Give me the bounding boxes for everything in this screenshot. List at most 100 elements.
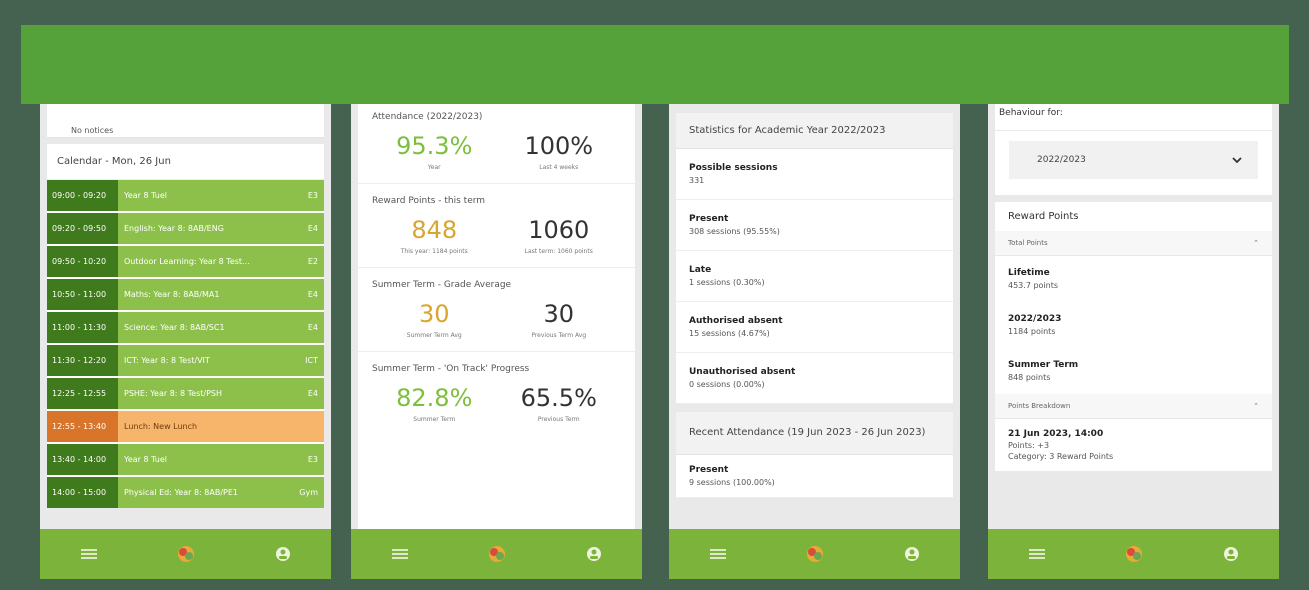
reward-item-label: Summer Term [1008,360,1079,370]
menu-icon[interactable] [707,543,729,565]
calendar-title: Calendar - Mon, 26 Jun [47,144,324,180]
reward-term-value: 848 [411,216,458,244]
track-current-value: 82.8% [396,384,473,412]
profile-icon[interactable] [1220,543,1242,565]
calendar-row-subject-cell: Maths: Year 8: 8AB/MA1 E4 [118,279,324,310]
phone-screen-calendar: No notices Calendar - Mon, 26 Jun 09:00 … [40,100,331,579]
stats-item-value: 15 sessions (4.67%) [689,329,770,338]
calendar-row-room: ICT [305,356,318,365]
profile-icon[interactable] [901,543,923,565]
calendar-row[interactable]: 09:20 - 09:50 English: Year 8: 8AB/ENG E4 [47,213,324,244]
behaviour-label: Behaviour for: [995,100,1272,130]
calendar-row-time: 09:00 - 09:20 [47,180,118,211]
home-logo-icon[interactable] [1123,543,1145,565]
calendar-row-time: 14:00 - 15:00 [47,477,118,508]
calendar-row[interactable]: 09:50 - 10:20 Outdoor Learning: Year 8 Te… [47,246,324,277]
calendar-row-subject-cell: ICT: Year 8: 8 Test/VIT ICT [118,345,324,376]
calendar-row[interactable]: 11:30 - 12:20 ICT: Year 8: 8 Test/VIT ICT [47,345,324,376]
calendar-row[interactable]: 12:25 - 12:55 PSHE: Year 8: 8 Test/PSH E4 [47,378,324,409]
reward-term-caption: This year: 1184 points [400,248,468,255]
calendar-row-time: 11:00 - 11:30 [47,312,118,343]
phone-screen-behaviour: Behaviour for: 2022/2023 Reward Points T… [988,100,1279,579]
calendar-row-room: E2 [307,257,318,266]
calendar-row-time: 09:20 - 09:50 [47,213,118,244]
attendance-title: Attendance (2022/2023) [372,112,483,122]
calendar-row[interactable]: 13:40 - 14:00 Year 8 Tuel E3 [47,444,324,475]
calendar-row-subject: Lunch: New Lunch [124,422,198,431]
reward-item: Lifetime 453.7 points [995,256,1272,302]
calendar-row-subject-cell: English: Year 8: 8AB/ENG E4 [118,213,324,244]
grade-previous-caption: Previous Term Avg [531,332,587,339]
phone-screen-overview: Attendance (2022/2023) 95.3% Year 100% Las… [351,100,642,579]
calendar-row-subject: ICT: Year 8: 8 Test/VIT [124,356,210,365]
recent-label: Present [689,465,729,475]
track-previous-value: 65.5% [520,384,597,412]
reward-item-value: 1184 points [1008,327,1056,336]
total-points-header[interactable]: Total Points ⌃ [995,231,1272,256]
chevron-up-icon: ⌃ [1253,239,1259,247]
phone-screen-attendance: Statistics for Academic Year 2022/2023 P… [669,100,960,579]
reward-card: Reward Points Total Points ⌃ Lifetime 453… [995,202,1272,471]
calendar-row-subject: Outdoor Learning: Year 8 Test... [124,257,250,266]
grade-current-caption: Summer Term Avg [406,332,462,339]
stats-card: Statistics for Academic Year 2022/2023 P… [676,113,953,404]
stats-item-label: Authorised absent [689,316,783,326]
home-logo-icon[interactable] [486,543,508,565]
reward-title: Reward Points - this term [372,196,486,206]
header-banner [21,25,1289,104]
calendar-row-subject: Year 8 Tuel [124,455,167,464]
calendar-row-subject: Physical Ed: Year 8: 8AB/PE1 [124,488,238,497]
calendar-row[interactable]: 09:00 - 09:20 Year 8 Tuel E3 [47,180,324,211]
breakdown-header[interactable]: Points Breakdown ⌃ [995,394,1272,419]
stats-item-value: 0 sessions (0.00%) [689,380,765,389]
reward-item: Summer Term 848 points [995,348,1272,394]
calendar-row[interactable]: 12:55 - 13:40 Lunch: New Lunch [47,411,324,442]
notices-card: No notices [47,100,324,138]
calendar-row-time: 09:50 - 10:20 [47,246,118,277]
attendance-recent-caption: Last 4 weeks [539,164,579,171]
attendance-section: Attendance (2022/2023) 95.3% Year 100% Las… [358,100,635,184]
reward-last-caption: Last term: 1060 points [524,248,593,255]
stats-item-label: Late [689,265,712,275]
recent-item: Present 9 sessions (100.00%) [676,455,953,498]
attendance-year-value: 95.3% [396,132,473,160]
track-current-caption: Summer Term [413,416,456,423]
calendar-row-time: 10:50 - 11:00 [47,279,118,310]
calendar-row[interactable]: 11:00 - 11:30 Science: Year 8: 8AB/SC1 E4 [47,312,324,343]
calendar-list: 09:00 - 09:20 Year 8 Tuel E3 09:20 - 09:50 E… [47,180,324,508]
calendar-row[interactable]: 14:00 - 15:00 Physical Ed: Year 8: 8AB/PE… [47,477,324,508]
calendar-row-time: 12:25 - 12:55 [47,378,118,409]
calendar-row-subject: Maths: Year 8: 8AB/MA1 [124,290,220,299]
track-section: Summer Term - 'On Track' Progress 82.8% S… [358,352,635,435]
attendance-year-caption: Year [427,164,441,171]
entry-date: 21 Jun 2023, 14:00 [1008,429,1104,439]
stats-item-label: Present [689,214,729,224]
stats-item: Present 308 sessions (95.55%) [676,200,953,251]
recent-card: Recent Attendance (19 Jun 2023 - 26 Jun … [676,412,953,498]
calendar-row[interactable]: 10:50 - 11:00 Maths: Year 8: 8AB/MA1 E4 [47,279,324,310]
breakdown-entry: 21 Jun 2023, 14:00 Points: +3 Category: … [995,419,1272,471]
menu-icon[interactable] [1026,543,1048,565]
profile-icon[interactable] [583,543,605,565]
calendar-row-subject-cell: Science: Year 8: 8AB/SC1 E4 [118,312,324,343]
stats-list: Possible sessions 331 Present 308 sessions … [676,149,953,404]
menu-icon[interactable] [389,543,411,565]
calendar-row-room: E4 [307,290,318,299]
calendar-row-room: E4 [307,224,318,233]
stats-item: Authorised absent 15 sessions (4.67%) [676,302,953,353]
home-logo-icon[interactable] [804,543,826,565]
calendar-row-time: 11:30 - 12:20 [47,345,118,376]
calendar-row-subject-cell: Year 8 Tuel E3 [118,444,324,475]
chevron-down-icon [1232,156,1242,163]
menu-icon[interactable] [78,543,100,565]
profile-icon[interactable] [272,543,294,565]
reward-item-value: 453.7 points [1008,281,1059,290]
reward-points-title: Reward Points [1008,211,1079,222]
reward-item-value: 848 points [1008,373,1051,382]
home-logo-icon[interactable] [175,543,197,565]
year-select[interactable]: 2022/2023 [1009,141,1258,179]
track-title: Summer Term - 'On Track' Progress [372,364,530,374]
calendar-row-room: E4 [307,389,318,398]
calendar-row-subject-cell: PSHE: Year 8: 8 Test/PSH E4 [118,378,324,409]
calendar-row-subject: Year 8 Tuel [124,191,167,200]
